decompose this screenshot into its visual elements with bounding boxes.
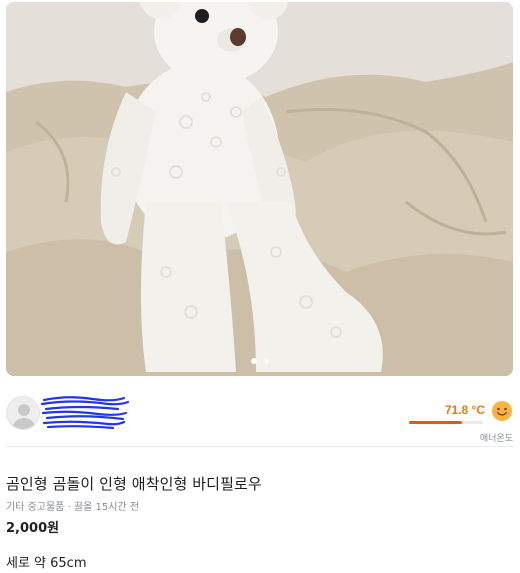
seller-profile[interactable]: 71.8 °C 매너온도 [6,392,513,444]
manner-temperature-bar [409,421,483,424]
smiling-face-icon [492,401,512,421]
default-profile-icon[interactable] [6,396,40,430]
item-description: 세로 약 65cm [6,556,87,571]
item-bumped-time: 끌올 15시간 전 [73,502,140,513]
redacted-seller-name [40,396,130,430]
product-photo[interactable] [6,2,513,376]
section-divider [6,446,513,447]
manner-temperature-label[interactable]: 매너온도 [480,431,513,444]
item-category[interactable]: 기타 중고물품 [6,502,64,513]
carousel-pager[interactable] [6,358,513,364]
meta-separator: · [67,502,71,513]
pager-dot-active[interactable] [250,358,257,364]
teddy-bear-photo [6,2,513,376]
item-meta: 기타 중고물품 · 끌올 15시간 전 [6,498,139,513]
manner-temperature[interactable]: 71.8 °C 매너온도 [403,398,513,444]
pager-dot[interactable] [262,358,269,364]
item-title: 곰인형 곰돌이 인형 애착인형 바디필로우 [6,475,262,493]
manner-temperature-value: 71.8 °C [444,403,485,417]
item-price: 2,000원 [6,521,60,536]
